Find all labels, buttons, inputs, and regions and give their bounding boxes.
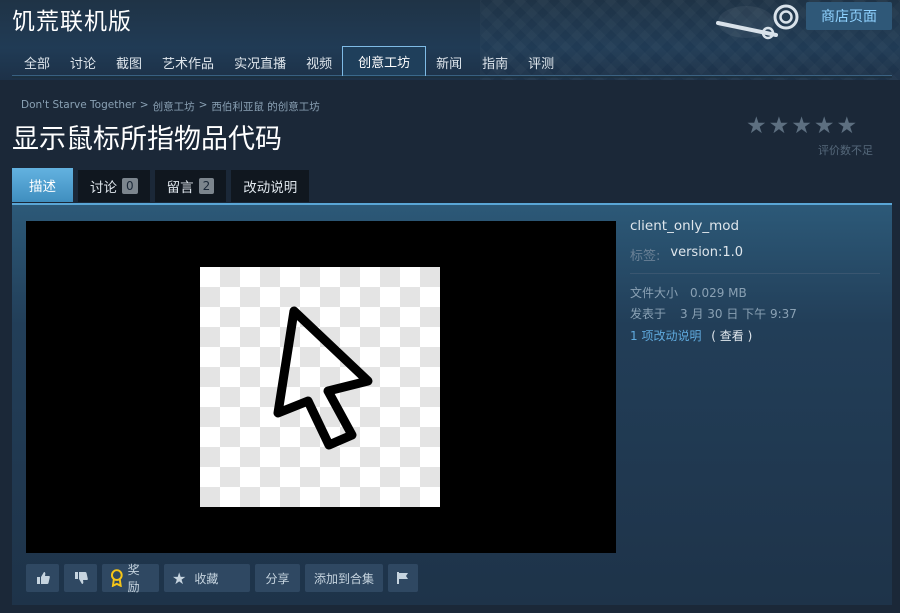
award-icon (110, 569, 123, 587)
changelog-row: 1 项改动说明 ( 查看 ) (630, 326, 797, 347)
nav-tab-broadcasts[interactable]: 实况直播 (224, 48, 296, 76)
page-header: 饥荒联机版 商店页面 全部 讨论 截图 艺术作品 实况直播 视频 创意工坊 新闻… (0, 0, 900, 80)
tab-label: 描述 (29, 179, 56, 195)
nav-tab-workshop[interactable]: 创意工坊 (342, 46, 427, 76)
changelog-view-link[interactable]: ( 查看 ) (711, 329, 752, 343)
stat-posted: 发表于 3 月 30 日 下午 9:37 (630, 304, 797, 325)
thumbs-up-icon (36, 572, 50, 584)
rating-stars: ★ ★ ★ ★ ★ (746, 113, 857, 139)
stat-label: 文件大小 (630, 286, 679, 300)
report-button[interactable] (388, 564, 418, 592)
item-tabs: 描述 讨论 0 留言 2 改动说明 (12, 168, 310, 202)
breadcrumb-author-workshop[interactable]: 西伯利亚鼠 的创意工坊 (211, 99, 319, 114)
tag-client-only[interactable]: client_only_mod (630, 218, 880, 234)
tag-label: 标签: (630, 249, 661, 264)
nav-tab-artwork[interactable]: 艺术作品 (152, 48, 224, 76)
nav-tab-discussions[interactable]: 讨论 (60, 48, 106, 76)
star-icon: ★ (768, 113, 790, 139)
tag-version[interactable]: version:1.0 (670, 245, 743, 264)
favorite-button[interactable]: ★ 收藏 (164, 564, 250, 592)
nav-tab-news[interactable]: 新闻 (426, 48, 472, 76)
rating-note: 评价数不足 (818, 144, 873, 157)
community-nav: 全部 讨论 截图 艺术作品 实况直播 视频 创意工坊 新闻 指南 评测 (14, 46, 564, 76)
preview-image[interactable] (200, 267, 440, 507)
thumbs-down-icon (74, 572, 88, 584)
vote-up-button[interactable] (26, 564, 59, 592)
star-icon: ★ (791, 113, 812, 139)
stat-file-size: 文件大小 0.029 MB (630, 283, 797, 304)
tab-discussions[interactable]: 讨论 0 (78, 170, 150, 202)
tab-label: 讨论 (90, 180, 117, 196)
action-bar: 奖励 ★ 收藏 分享 添加到合集 (26, 563, 418, 594)
changelog-link[interactable]: 1 项改动说明 (630, 329, 701, 343)
award-label: 奖励 (127, 563, 140, 594)
item-info: client_only_mod 标签: version:1.0 (630, 218, 880, 264)
breadcrumb-game[interactable]: Don't Starve Together (21, 99, 136, 114)
page-title: 显示鼠标所指物品代码 (12, 124, 282, 155)
tab-change-notes[interactable]: 改动说明 (231, 170, 310, 202)
breadcrumb-separator: > (198, 99, 208, 111)
tab-comments[interactable]: 留言 2 (154, 170, 227, 202)
add-to-collection-button[interactable]: 添加到合集 (305, 564, 383, 592)
nav-divider-shadow (12, 76, 892, 78)
stat-value: 0.029 MB (690, 286, 747, 300)
stat-label: 发表于 (630, 307, 667, 321)
award-button[interactable]: 奖励 (102, 563, 159, 594)
stat-value: 3 月 30 日 下午 9:37 (680, 307, 797, 321)
nav-tab-reviews[interactable]: 评测 (518, 48, 564, 76)
favorite-label: 收藏 (194, 571, 219, 586)
vote-down-button[interactable] (64, 564, 97, 592)
steam-logo-icon (716, 4, 799, 40)
star-icon: ★ (836, 113, 858, 139)
store-page-button[interactable]: 商店页面 (806, 2, 892, 30)
count-badge: 2 (198, 178, 215, 194)
star-icon: ★ (172, 568, 187, 588)
star-icon: ★ (813, 113, 835, 139)
nav-tab-guides[interactable]: 指南 (472, 48, 518, 76)
tab-description[interactable]: 描述 (12, 168, 73, 202)
breadcrumb: Don't Starve Together > 创意工坊 > 西伯利亚鼠 的创意… (21, 99, 320, 114)
tab-label: 改动说明 (243, 180, 298, 196)
item-stats: 文件大小 0.029 MB 发表于 3 月 30 日 下午 9:37 1 项改动… (630, 283, 797, 347)
nav-tab-all[interactable]: 全部 (14, 48, 60, 76)
app-title: 饥荒联机版 (12, 9, 132, 35)
tab-label: 留言 (166, 180, 194, 196)
share-button[interactable]: 分享 (255, 564, 300, 592)
info-divider (630, 273, 880, 274)
breadcrumb-workshop[interactable]: 创意工坊 (153, 99, 195, 114)
star-icon: ★ (746, 113, 767, 139)
nav-tab-screenshots[interactable]: 截图 (106, 48, 152, 76)
count-badge: 0 (122, 178, 138, 194)
cursor-arrow-icon (273, 306, 373, 450)
tag-row: 标签: version:1.0 (630, 245, 880, 264)
breadcrumb-separator: > (139, 99, 149, 111)
nav-tab-videos[interactable]: 视频 (296, 48, 342, 76)
flag-icon (397, 572, 408, 584)
